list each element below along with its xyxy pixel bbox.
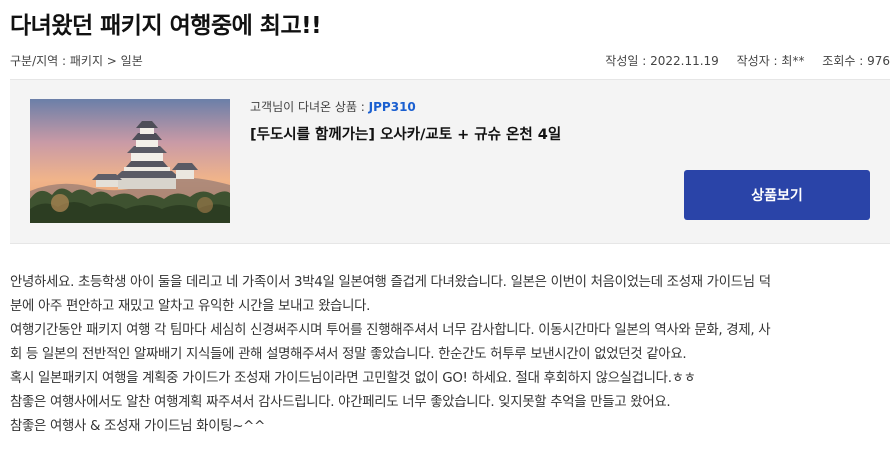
page-title: 다녀왔던 패키지 여행중에 최고!! <box>10 13 322 39</box>
breadcrumb: 구분/지역 : 패키지 > 일본 <box>10 53 143 68</box>
review-line: 안녕하세요. 초등학생 아이 둘을 데리고 네 가족이서 3박4일 일본여행 즐… <box>10 275 771 290</box>
product-card: 고객님이 다녀온 상품 : JPP310 [두도시를 함께가는] 오사카/교토 … <box>10 79 890 244</box>
review-line: 분에 아주 편안하고 재밌고 알차고 유익한 시간을 보내고 왔습니다. <box>10 299 371 314</box>
view-product-button[interactable]: 상품보기 <box>684 170 870 220</box>
meta-row: 구분/지역 : 패키지 > 일본 작성일 : 2022.11.19 작성자 : … <box>10 51 890 69</box>
product-code-label: 고객님이 다녀온 상품 : <box>250 100 369 114</box>
product-code-line: 고객님이 다녀온 상품 : JPP310 <box>250 98 416 115</box>
review-body: 안녕하세요. 초등학생 아이 둘을 데리고 네 가족이서 3박4일 일본여행 즐… <box>10 271 888 439</box>
post-date: 작성일 : 2022.11.19 <box>605 53 719 68</box>
product-code[interactable]: JPP310 <box>369 100 416 114</box>
product-name[interactable]: [두도시를 함께가는] 오사카/교토 + 규슈 온천 4일 <box>250 123 561 144</box>
review-line: 참좋은 여행사에서도 알찬 여행계획 짜주셔서 감사드립니다. 야간페리도 너무… <box>10 395 671 410</box>
review-line: 혹시 일본패키지 여행을 계획중 가이드가 조성재 가이드님이라면 고민할것 없… <box>10 371 696 386</box>
review-line: 참좋은 여행사 & 조성재 가이드님 화이팅~^^ <box>10 419 265 434</box>
product-image[interactable] <box>30 99 230 223</box>
post-views: 조회수 : 976 <box>822 53 890 68</box>
review-line: 여행기간동안 패키지 여행 각 팀마다 세심히 신경써주시며 투어를 진행해주셔… <box>10 323 771 338</box>
review-page: 다녀왔던 패키지 여행중에 최고!! 구분/지역 : 패키지 > 일본 작성일 … <box>0 0 895 456</box>
post-author: 작성자 : 최** <box>736 53 805 68</box>
review-line: 회 등 일본의 전반적인 알짜배기 지식들에 관해 설명해주셔서 정말 좋았습니… <box>10 347 687 362</box>
post-meta: 작성일 : 2022.11.19 작성자 : 최** 조회수 : 976 <box>605 52 890 69</box>
